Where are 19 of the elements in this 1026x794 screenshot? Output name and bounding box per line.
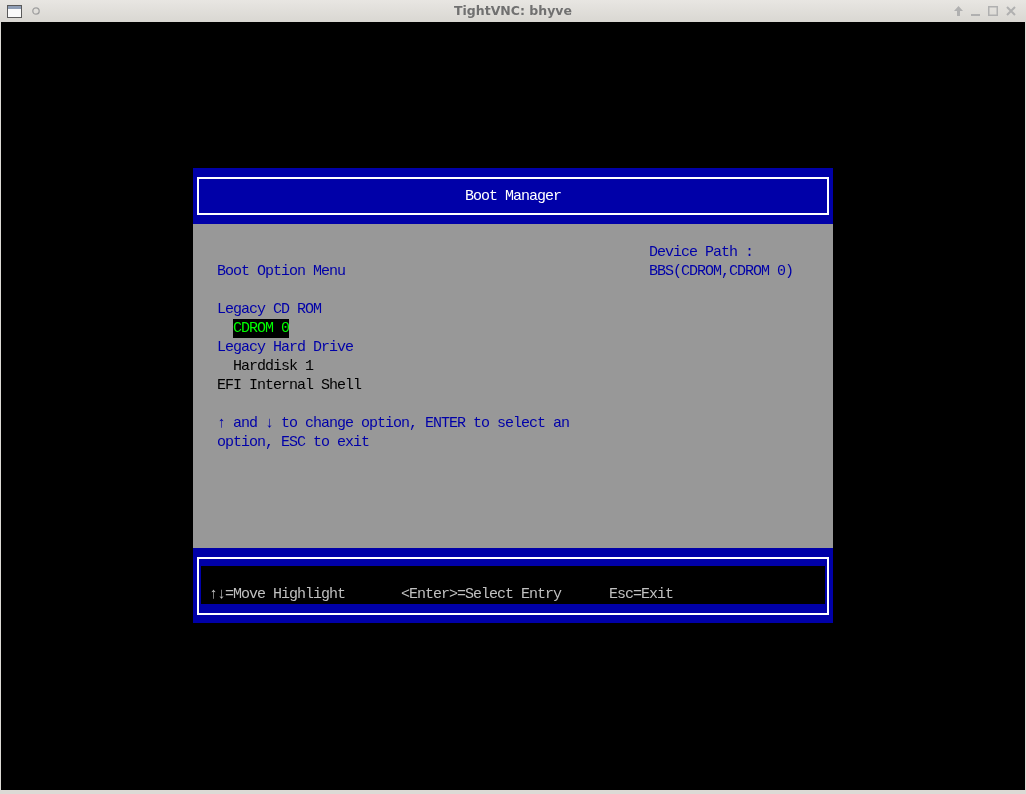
- device-path-value: BBS(CDROM,CDROM 0): [649, 262, 794, 281]
- help-text: ↑ and ↓ to change option, ENTER to select an option, ESC to exit: [217, 414, 571, 452]
- key-hint: <Enter>=Select Entry: [401, 585, 562, 604]
- boot-option[interactable]: Harddisk 1: [233, 357, 313, 376]
- up-arrow-icon[interactable]: [954, 6, 963, 16]
- circle-icon[interactable]: [32, 7, 40, 15]
- key-hint: ↑↓=Move Highlight: [209, 585, 346, 604]
- menu-title: Boot Option Menu: [217, 262, 346, 281]
- maximize-icon[interactable]: [988, 6, 998, 16]
- screen-title: Boot Manager: [465, 186, 561, 206]
- window-menu-icon[interactable]: [7, 4, 22, 18]
- key-hint: Esc=Exit: [609, 585, 673, 604]
- menu-group-label: Legacy Hard Drive: [217, 338, 354, 357]
- device-path-label: Device Path :: [649, 243, 754, 262]
- close-icon[interactable]: [1006, 6, 1016, 16]
- menu-group-label: Legacy CD ROM: [217, 300, 322, 319]
- boot-option[interactable]: CDROM 0: [233, 319, 289, 338]
- boot-option[interactable]: EFI Internal Shell: [217, 376, 362, 395]
- window-title: TightVNC: bhyve: [454, 3, 572, 19]
